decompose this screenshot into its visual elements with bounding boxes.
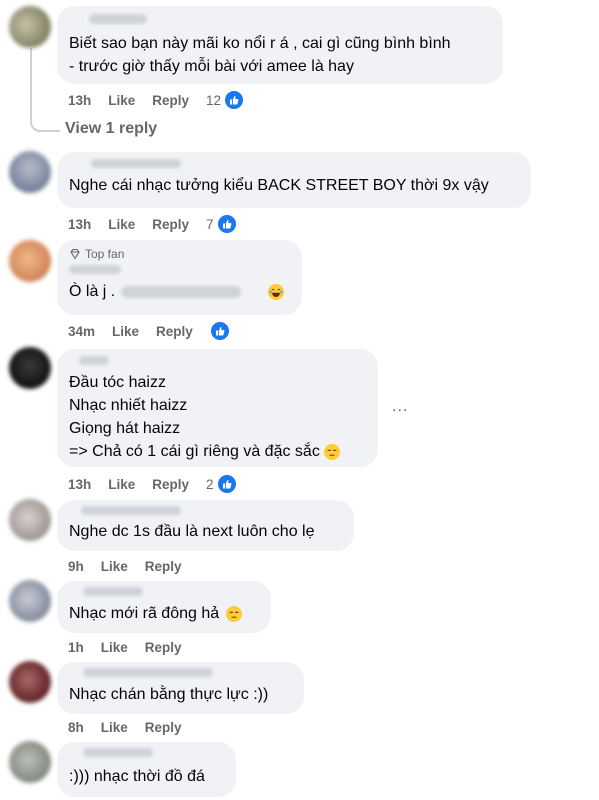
- comment-text-line: => Chả có 1 cái gì riêng và đặc sắc: [69, 440, 366, 463]
- comment-time[interactable]: 13h: [68, 217, 91, 232]
- reply-link[interactable]: Reply: [145, 640, 182, 655]
- comment-bubble: Nghe dc 1s đầu là next luôn cho lẹ: [57, 500, 354, 551]
- blurred-commenter-name: [81, 506, 181, 515]
- comment-actions: 9h Like Reply: [68, 559, 199, 574]
- more-options-icon[interactable]: ...: [392, 398, 408, 416]
- like-link[interactable]: Like: [101, 559, 128, 574]
- comment-actions: 13h Like Reply 7: [68, 214, 237, 234]
- like-thumb-icon: [224, 90, 245, 110]
- top-fan-badge: Top fan: [69, 247, 290, 261]
- like-link[interactable]: Like: [112, 324, 139, 339]
- avatar[interactable]: [9, 240, 51, 282]
- blurred-mention: [121, 285, 242, 298]
- reply-link[interactable]: Reply: [152, 93, 189, 108]
- comment-time[interactable]: 13h: [68, 477, 91, 492]
- comment-text-line: Giọng hát haizz: [69, 420, 181, 437]
- comment-bubble: Biết sao bạn này mãi ko nổi r á , cai gì…: [57, 6, 503, 84]
- like-count[interactable]: [209, 321, 230, 341]
- like-link[interactable]: Like: [101, 640, 128, 655]
- like-count[interactable]: 7: [206, 214, 237, 234]
- comment-bubble: Top fan Ò là j .: [57, 240, 302, 315]
- blurred-commenter-name: [79, 356, 109, 365]
- comment-text-line: Biết sao bạn này mãi ko nổi r á , cai gì…: [69, 35, 451, 52]
- reply-link[interactable]: Reply: [145, 720, 182, 735]
- comment-text-line: Nghe dc 1s đầu là next luôn cho lẹ: [69, 523, 315, 540]
- comment-time[interactable]: 9h: [68, 559, 84, 574]
- avatar[interactable]: [9, 580, 51, 622]
- comment-text-line: :))) nhạc thời đồ đá: [69, 768, 205, 785]
- like-link[interactable]: Like: [108, 477, 135, 492]
- avatar[interactable]: [9, 499, 51, 541]
- comment-text-line: Nhạc nhiết haizz: [69, 397, 188, 414]
- avatar[interactable]: [9, 6, 51, 48]
- comment-text-line: Nhạc chán bằng thực lực :)): [69, 686, 269, 703]
- comment-time[interactable]: 13h: [68, 93, 91, 108]
- comment-actions: 1h Like Reply: [68, 640, 199, 655]
- blurred-commenter-name: [91, 159, 181, 168]
- comment-bubble: Nhạc mới rã đông hả: [57, 581, 271, 633]
- diamond-icon: [70, 248, 80, 260]
- comment-text-line: Ò là j .: [69, 280, 290, 303]
- like-count[interactable]: 12: [206, 90, 245, 110]
- comment-bubble: Nhạc chán bằng thực lực :)): [57, 662, 304, 714]
- avatar[interactable]: [9, 347, 51, 389]
- avatar[interactable]: [9, 151, 51, 193]
- like-thumb-icon: [209, 321, 230, 341]
- blurred-commenter-name: [83, 748, 153, 757]
- like-link[interactable]: Like: [108, 217, 135, 232]
- blurred-commenter-name: [89, 14, 147, 24]
- unamused-emoji-icon: [324, 443, 341, 460]
- reply-thread-line: [30, 48, 60, 132]
- unamused-emoji-icon: [225, 605, 242, 622]
- comment-time[interactable]: 34m: [68, 324, 95, 339]
- reply-link[interactable]: Reply: [156, 324, 193, 339]
- blurred-commenter-name: [83, 668, 213, 677]
- comment-text-line: Nghe cái nhạc tưởng kiểu BACK STREET BOY…: [69, 177, 489, 194]
- laughing-emoji-icon: [267, 283, 284, 300]
- comment-bubble: Đầu tóc haizz Nhạc nhiết haizz Giọng hát…: [57, 349, 378, 467]
- comment-time[interactable]: 8h: [68, 720, 84, 735]
- like-thumb-icon: [216, 474, 237, 494]
- top-fan-label: Top fan: [85, 247, 125, 261]
- view-replies-link[interactable]: View 1 reply: [65, 120, 157, 138]
- like-link[interactable]: Like: [101, 720, 128, 735]
- like-thumb-icon: [216, 214, 237, 234]
- comment-actions: 13h Like Reply 2: [68, 474, 237, 494]
- comment-time[interactable]: 1h: [68, 640, 84, 655]
- avatar[interactable]: [9, 661, 51, 703]
- blurred-commenter-name: [69, 265, 121, 274]
- reply-link[interactable]: Reply: [152, 477, 189, 492]
- comment-actions: 34m Like Reply: [68, 321, 230, 341]
- comment-bubble: :))) nhạc thời đồ đá: [57, 742, 236, 797]
- like-link[interactable]: Like: [108, 93, 135, 108]
- blurred-commenter-name: [83, 587, 143, 596]
- avatar[interactable]: [9, 741, 51, 783]
- reply-link[interactable]: Reply: [145, 559, 182, 574]
- like-count[interactable]: 2: [206, 474, 237, 494]
- comment-actions: 8h Like Reply: [68, 720, 199, 735]
- comment-text-line: - trước giờ thấy mỗi bài với amee là hay: [69, 58, 354, 75]
- reply-link[interactable]: Reply: [152, 217, 189, 232]
- comment-actions: 13h Like Reply 12: [68, 90, 245, 110]
- comment-bubble: Nghe cái nhạc tưởng kiểu BACK STREET BOY…: [57, 152, 531, 208]
- comment-text-line: Nhạc mới rã đông hả: [69, 602, 259, 625]
- comment-text-line: Đầu tóc haizz: [69, 374, 166, 391]
